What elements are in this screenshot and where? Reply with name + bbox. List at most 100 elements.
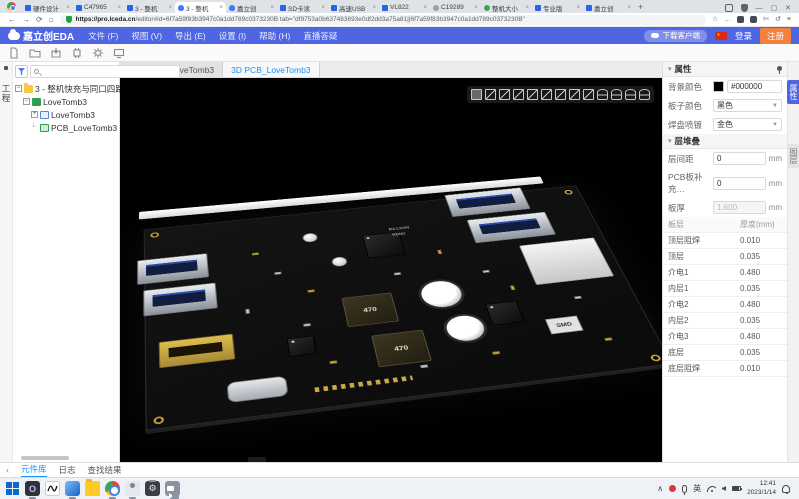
browser-tab[interactable]: 硬件设计× bbox=[22, 2, 73, 13]
view-left-icon[interactable] bbox=[541, 89, 552, 100]
address-input[interactable]: https://pro.lceda.cn/editor#id=6f7a59f83… bbox=[60, 15, 706, 25]
browser-tab[interactable]: SD卡读× bbox=[277, 2, 328, 13]
fit-view-icon[interactable] bbox=[611, 89, 622, 100]
layer-spacing-input[interactable]: 0 bbox=[713, 152, 766, 165]
vertical-tab-properties[interactable]: 属性 bbox=[787, 80, 799, 104]
menu-export[interactable]: 导出 (E) bbox=[175, 30, 206, 42]
3d-viewport[interactable]: 470 470 SMD R4 EXON RDM2 bbox=[120, 78, 662, 462]
taskbar-file-explorer[interactable] bbox=[85, 481, 100, 496]
taskbar-app-wave[interactable] bbox=[45, 481, 60, 496]
rotate-board-icon[interactable] bbox=[583, 89, 594, 100]
menu-help[interactable]: 帮助 (H) bbox=[259, 30, 290, 42]
chevron-left-icon[interactable]: ‹ bbox=[6, 465, 9, 475]
tray-notifications-bell-icon[interactable] bbox=[782, 485, 790, 493]
forward-icon[interactable]: → bbox=[22, 16, 30, 24]
bookmark-star-icon[interactable]: ☆ bbox=[712, 16, 718, 23]
taskbar-app-chrome[interactable] bbox=[105, 481, 120, 496]
reset-view-icon[interactable] bbox=[639, 89, 650, 100]
menu-view[interactable]: 视图 (V) bbox=[131, 30, 162, 42]
view-top-icon[interactable] bbox=[485, 89, 496, 100]
expand-caret-icon[interactable]: + bbox=[31, 111, 38, 118]
tray-clock[interactable]: 12:41 2023/1/14 bbox=[747, 480, 776, 497]
browser-tab[interactable]: VL822× bbox=[379, 2, 430, 13]
status-tab-log[interactable]: 日志 bbox=[59, 464, 76, 476]
history-icon[interactable]: ↺ bbox=[775, 16, 781, 23]
new-tab-button[interactable]: + bbox=[638, 2, 643, 12]
horizontal-scrollbar[interactable] bbox=[21, 456, 69, 460]
shield-icon[interactable] bbox=[741, 4, 748, 12]
browser-tab[interactable]: 嘉立创× bbox=[583, 2, 634, 13]
tab-close-icon[interactable]: × bbox=[372, 5, 376, 11]
back-icon[interactable]: ← bbox=[8, 16, 16, 24]
vertical-tab-layers[interactable]: 图层 bbox=[787, 144, 799, 168]
vertical-tab-project[interactable]: 工程 bbox=[0, 84, 12, 103]
view-right-icon[interactable] bbox=[555, 89, 566, 100]
tray-input-language[interactable]: 英 bbox=[693, 483, 701, 494]
stackup-row[interactable]: 介电10.480 bbox=[663, 265, 787, 281]
taskbar-app-photos[interactable] bbox=[65, 481, 80, 496]
tab-close-icon[interactable]: × bbox=[117, 5, 121, 11]
browser-tab[interactable]: C19289× bbox=[430, 2, 481, 13]
zoom-window-icon[interactable] bbox=[625, 89, 636, 100]
tray-battery-icon[interactable] bbox=[732, 486, 741, 491]
view-iso-icon[interactable] bbox=[471, 89, 482, 100]
board-color-select[interactable]: 黑色▼ bbox=[713, 99, 782, 112]
collapse-caret-icon[interactable]: − bbox=[23, 98, 30, 105]
stackup-row[interactable]: 顶层0.035 bbox=[663, 249, 787, 265]
reload-icon[interactable]: ⟳ bbox=[36, 16, 43, 24]
tab-close-icon[interactable]: × bbox=[627, 5, 631, 11]
register-button[interactable]: 注册 bbox=[760, 28, 791, 44]
gear-icon[interactable] bbox=[92, 47, 104, 59]
home-icon[interactable]: ⌂ bbox=[49, 16, 54, 24]
view-bottom-icon[interactable] bbox=[499, 89, 510, 100]
tab-close-icon[interactable]: × bbox=[525, 5, 529, 11]
tray-record-icon[interactable] bbox=[669, 485, 676, 492]
doc-tab-3d[interactable]: 3D PCB_LoveTomb3 bbox=[223, 62, 319, 77]
tab-close-icon[interactable]: × bbox=[423, 5, 427, 11]
login-link[interactable]: 登录 bbox=[735, 30, 752, 42]
import-icon[interactable] bbox=[50, 47, 62, 59]
section-stackup[interactable]: ▾ 层堆叠 bbox=[663, 134, 787, 149]
secure-shield-icon[interactable] bbox=[66, 16, 72, 23]
menu-icon[interactable]: ≡ bbox=[787, 16, 791, 23]
board-preview-icon[interactable] bbox=[113, 47, 125, 59]
filter-funnel-icon[interactable] bbox=[15, 65, 28, 78]
menu-settings[interactable]: 设置 (I) bbox=[219, 30, 246, 42]
tab-close-icon[interactable]: × bbox=[66, 5, 70, 11]
browser-tab[interactable]: 高速USB× bbox=[328, 2, 379, 13]
taskbar-app-contacts[interactable] bbox=[125, 481, 140, 496]
minimize-button[interactable]: — bbox=[756, 5, 763, 12]
collapse-caret-icon[interactable]: − bbox=[15, 85, 22, 92]
board-extra-input[interactable]: 0 bbox=[713, 177, 766, 190]
open-folder-icon[interactable] bbox=[29, 47, 41, 59]
project-search-input[interactable] bbox=[30, 65, 180, 78]
view-back-icon[interactable] bbox=[527, 89, 538, 100]
status-tab-search-results[interactable]: 查找结果 bbox=[88, 464, 122, 476]
tab-close-icon[interactable]: × bbox=[576, 5, 580, 11]
close-window-button[interactable]: ✕ bbox=[785, 5, 791, 12]
client-download-pill[interactable]: 下载客户端 bbox=[644, 30, 707, 42]
tab-close-icon[interactable]: × bbox=[321, 5, 325, 11]
tray-wifi-icon[interactable] bbox=[707, 486, 716, 492]
tab-close-icon[interactable]: × bbox=[270, 5, 274, 11]
layers-icon[interactable] bbox=[597, 89, 608, 100]
collapse-handle-icon[interactable] bbox=[4, 66, 8, 70]
taskbar-app-settings[interactable]: ⚙ bbox=[145, 481, 160, 496]
taskbar-app-obsidian[interactable]: O bbox=[25, 481, 40, 496]
browser-tab-active[interactable]: 3 - 整机× bbox=[175, 2, 226, 13]
view-front-icon[interactable] bbox=[513, 89, 524, 100]
tray-volume-icon[interactable] bbox=[722, 486, 726, 491]
plating-select[interactable]: 金色▼ bbox=[713, 118, 782, 131]
background-color-input[interactable]: #000000 bbox=[727, 80, 782, 93]
china-flag-icon[interactable] bbox=[715, 32, 727, 40]
stackup-row[interactable]: 内层20.035 bbox=[663, 313, 787, 329]
stackup-row[interactable]: 底层阻焊0.010 bbox=[663, 361, 787, 377]
new-file-icon[interactable] bbox=[8, 47, 20, 59]
menu-file[interactable]: 文件 (F) bbox=[88, 30, 118, 42]
tray-chevron-up-icon[interactable]: ∧ bbox=[657, 485, 663, 493]
color-swatch[interactable] bbox=[713, 81, 724, 92]
stackup-row[interactable]: 底层0.035 bbox=[663, 345, 787, 361]
flip-board-icon[interactable] bbox=[569, 89, 580, 100]
stackup-row[interactable]: 介电20.480 bbox=[663, 297, 787, 313]
stackup-row[interactable]: 顶层阻焊0.010 bbox=[663, 233, 787, 249]
